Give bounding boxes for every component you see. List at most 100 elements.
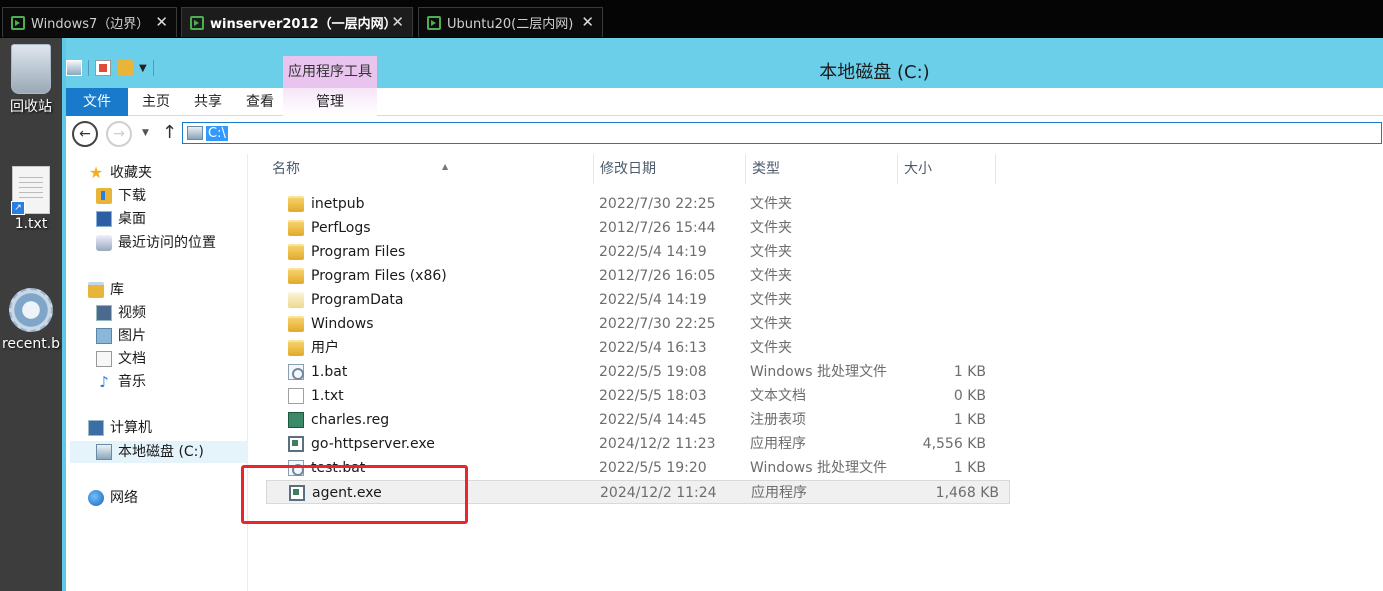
desktop-item-label: recent.b	[1, 336, 61, 352]
column-header-name[interactable]: ▲ 名称	[266, 154, 594, 184]
nav-label: 音乐	[118, 374, 146, 390]
file-date: 2022/5/5 18:03	[599, 388, 707, 404]
folder-icon	[288, 268, 304, 284]
nav-label: 视频	[118, 305, 146, 321]
file-name: Program Files	[288, 240, 405, 264]
file-name: go-httpserver.exe	[288, 432, 435, 456]
nav-favorites[interactable]: ★ 收藏夹	[88, 162, 152, 184]
vm-tab-windows7[interactable]: Windows7（边界） ✕	[2, 7, 177, 37]
file-name: agent.exe	[289, 481, 382, 505]
desktop-item-recent[interactable]: recent.b	[0, 288, 62, 352]
nav-computer[interactable]: 计算机	[88, 417, 152, 439]
tab-view[interactable]: 查看	[238, 88, 282, 116]
file-row[interactable]: agent.exe 2024/12/2 11:24 应用程序 1,468 KB	[266, 480, 1010, 504]
close-icon[interactable]: ✕	[581, 13, 594, 31]
nav-network[interactable]: 网络	[88, 487, 138, 509]
file-name: 1.txt	[288, 384, 344, 408]
file-name: charles.reg	[288, 408, 389, 432]
window-title: 本地磁盘 (C:)	[819, 62, 930, 83]
column-header-type[interactable]: 类型	[746, 154, 898, 184]
file-type: 文件夹	[750, 244, 792, 260]
shortcut-arrow-icon: ↗	[11, 201, 25, 215]
close-icon[interactable]: ✕	[155, 13, 168, 31]
file-type: Windows 批处理文件	[750, 364, 887, 380]
file-row[interactable]: PerfLogs 2012/7/26 15:44 文件夹	[248, 216, 996, 240]
up-arrow-icon[interactable]: ↑	[162, 122, 177, 143]
star-icon: ★	[88, 163, 104, 182]
file-date: 2012/7/26 16:05	[599, 268, 716, 284]
file-name: test.bat	[288, 456, 365, 480]
tab-share[interactable]: 共享	[186, 88, 230, 116]
text-file-icon: ↗	[11, 166, 50, 215]
file-date: 2022/5/4 14:45	[599, 412, 707, 428]
file-size: 0 KB	[953, 388, 986, 404]
back-button[interactable]: ←	[72, 121, 98, 147]
close-icon[interactable]: ✕	[391, 13, 404, 31]
tab-manage[interactable]: 管理	[283, 88, 377, 116]
nav-item-pictures[interactable]: 图片	[96, 325, 146, 347]
file-row[interactable]: test.bat 2022/5/5 19:20 Windows 批处理文件 1 KB	[248, 456, 996, 480]
column-header-date[interactable]: 修改日期	[594, 154, 746, 184]
nav-item-local-disk-c[interactable]: 本地磁盘 (C:)	[70, 441, 248, 463]
folder-icon	[288, 292, 304, 308]
nav-libraries[interactable]: 库	[88, 279, 124, 301]
library-icon	[88, 282, 104, 298]
file-row[interactable]: 1.txt 2022/5/5 18:03 文本文档 0 KB	[248, 384, 996, 408]
file-row[interactable]: inetpub 2022/7/30 22:25 文件夹	[248, 192, 996, 216]
nav-item-downloads[interactable]: 下载	[96, 185, 146, 207]
vm-tab-winserver2012[interactable]: winserver2012（一层内网） ✕	[181, 7, 413, 37]
navigation-pane: ★ 收藏夹 下载 桌面 最近访问的位置 库 视频 图片 文档 ♪ 音乐 计算机 …	[66, 154, 248, 591]
file-row[interactable]: go-httpserver.exe 2024/12/2 11:23 应用程序 4,55…	[248, 432, 996, 456]
column-header-size[interactable]: 大小	[898, 154, 996, 184]
file-row[interactable]: Program Files 2022/5/4 14:19 文件夹	[248, 240, 996, 264]
nav-item-documents[interactable]: 文档	[96, 348, 146, 370]
nav-item-desktop[interactable]: 桌面	[96, 208, 146, 230]
recent-locations-chevron-icon[interactable]: ▼	[142, 128, 149, 138]
file-date: 2022/5/5 19:20	[599, 460, 707, 476]
downloads-folder-icon	[96, 188, 112, 204]
file-type: 文件夹	[750, 316, 792, 332]
file-type: Windows 批处理文件	[750, 460, 887, 476]
nav-label: 最近访问的位置	[118, 235, 216, 251]
desktop-item-label: 1.txt	[14, 216, 48, 232]
desktop-item-recycle-bin[interactable]: 回收站	[0, 44, 62, 116]
folder-icon	[288, 196, 304, 212]
file-row[interactable]: Windows 2022/7/30 22:25 文件夹	[248, 312, 996, 336]
title-bar: ▼ 应用程序工具 本地磁盘 (C:)	[66, 38, 1383, 88]
file-type: 注册表项	[750, 412, 806, 428]
vm-tab-ubuntu20[interactable]: Ubuntu20(二层内网) ✕	[418, 7, 603, 37]
nav-item-music[interactable]: ♪ 音乐	[96, 371, 146, 393]
address-text: C:\	[206, 125, 228, 141]
vm-running-icon	[11, 15, 25, 30]
computer-icon	[88, 420, 104, 436]
vm-running-icon	[427, 15, 441, 30]
tab-home[interactable]: 主页	[134, 88, 178, 116]
file-type: 文件夹	[750, 220, 792, 236]
gear-file-icon	[9, 288, 53, 332]
file-row[interactable]: Program Files (x86) 2012/7/26 16:05 文件夹	[248, 264, 996, 288]
file-size: 1 KB	[953, 412, 986, 428]
file-name: Program Files (x86)	[288, 264, 447, 288]
file-row[interactable]: 1.bat 2022/5/5 19:08 Windows 批处理文件 1 KB	[248, 360, 996, 384]
registry-file-icon	[288, 412, 304, 428]
address-bar[interactable]: C:\	[182, 122, 1382, 144]
tab-file[interactable]: 文件	[66, 88, 128, 116]
nav-item-recent-places[interactable]: 最近访问的位置	[96, 232, 216, 254]
file-row[interactable]: ProgramData 2022/5/4 14:19 文件夹	[248, 288, 996, 312]
drive-icon	[187, 126, 203, 140]
nav-label: 桌面	[118, 211, 146, 227]
file-name: 用户	[288, 336, 339, 360]
file-row[interactable]: charles.reg 2022/5/4 14:45 注册表项 1 KB	[248, 408, 996, 432]
file-list: ▲ 名称 修改日期 类型 大小 inetpub 2022/7/30 22:25 文件…	[248, 154, 1383, 591]
nav-item-videos[interactable]: 视频	[96, 302, 146, 324]
file-date: 2022/5/5 19:08	[599, 364, 707, 380]
nav-label: 文档	[118, 351, 146, 367]
file-type: 文本文档	[750, 388, 806, 404]
forward-button[interactable]: →	[106, 121, 132, 147]
file-size: 4,556 KB	[922, 436, 986, 452]
file-row[interactable]: 用户 2022/5/4 16:13 文件夹	[248, 336, 996, 360]
desktop-icon	[96, 211, 112, 227]
desktop-item-1-txt[interactable]: ↗ 1.txt	[0, 166, 62, 232]
application-icon	[288, 436, 304, 452]
file-name: PerfLogs	[288, 216, 371, 240]
